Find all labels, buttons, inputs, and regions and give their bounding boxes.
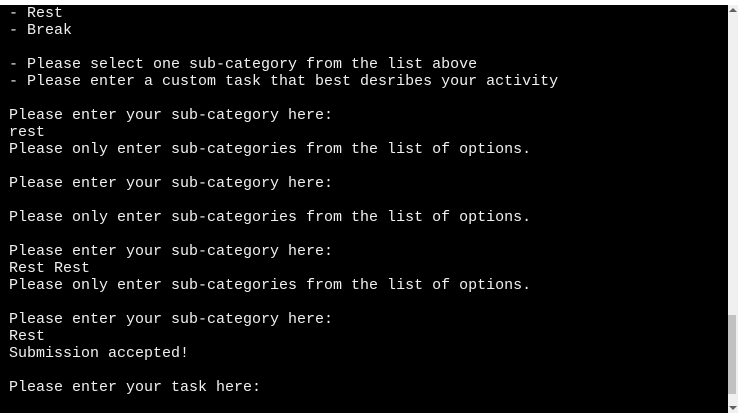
terminal-line: - Rest	[9, 5, 64, 22]
terminal-line: Please enter your sub-category here:	[9, 311, 334, 328]
terminal-line: - Please select one sub-category from th…	[9, 56, 478, 73]
terminal-line: Please enter your task here:	[9, 379, 262, 396]
terminal-line: - Please enter a custom task that best d…	[9, 73, 559, 90]
terminal-line: Please enter your sub-category here:	[9, 243, 334, 260]
terminal-line: Please enter your sub-category here:	[9, 175, 334, 192]
terminal-line: Submission accepted!	[9, 345, 190, 362]
terminal-line: Rest Rest	[9, 260, 91, 277]
terminal-line: rest	[9, 124, 46, 141]
terminal-line: Please enter your sub-category here:	[9, 107, 334, 124]
terminal-line: Rest	[9, 328, 46, 345]
scroll-down-arrow-icon[interactable]	[729, 406, 737, 410]
scrollbar-thumb[interactable]	[728, 315, 736, 394]
terminal-line: Please only enter sub-categories from th…	[9, 277, 532, 294]
terminal-output[interactable]: - Rest - Break - Please select one sub-cat…	[0, 5, 728, 413]
terminal-line: Please only enter sub-categories from th…	[9, 141, 532, 158]
terminal-line: - Break	[9, 22, 73, 39]
terminal-line: Please only enter sub-categories from th…	[9, 209, 532, 226]
scroll-up-arrow-icon[interactable]	[729, 8, 737, 12]
vertical-scrollbar[interactable]	[728, 5, 738, 413]
terminal-lines: - Rest - Break - Please select one sub-cat…	[9, 5, 558, 396]
